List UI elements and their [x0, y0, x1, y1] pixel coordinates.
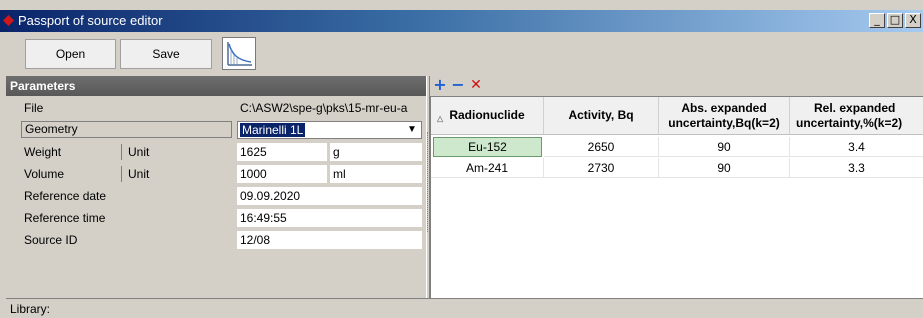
geometry-select[interactable]: Marinelli 1L ▼ [237, 121, 422, 139]
weight-label: Weight [24, 145, 62, 159]
app-diamond-icon [3, 15, 14, 26]
table-cell-activity[interactable]: 2730 [544, 158, 659, 178]
weight-unit-input[interactable]: g [330, 143, 422, 161]
table-cell-radionuclide[interactable]: Am-241 [431, 158, 544, 178]
minimize-button[interactable]: _ [869, 13, 885, 28]
weight-unit-label: Unit [121, 144, 149, 160]
curve-chart-icon [227, 42, 252, 66]
table-cell-abs[interactable]: 90 [659, 158, 790, 178]
file-row: File C:\ASW2\spe-g\pks\15-mr-eu-a [6, 98, 427, 118]
reference-time-label: Reference time [24, 211, 106, 225]
maximize-button[interactable]: □ [887, 13, 903, 28]
volume-input[interactable]: 1000 [237, 165, 327, 183]
volume-label: Volume [24, 167, 65, 181]
table-cell-rel[interactable]: 3.4 [790, 137, 923, 157]
file-path-value[interactable]: C:\ASW2\spe-g\pks\15-mr-eu-a [237, 99, 422, 117]
table-cell-rel[interactable]: 3.3 [790, 158, 923, 178]
toolbar: Open Save [0, 32, 923, 74]
close-button[interactable]: X [905, 13, 921, 28]
geometry-selected-value: Marinelli 1L [240, 123, 306, 137]
reference-time-input[interactable]: 16:49:55 [237, 209, 422, 227]
grid-toolbar: + − ✕ [430, 76, 923, 96]
save-button[interactable]: Save [120, 39, 212, 69]
title-bar[interactable]: Passport of source editor _ □ X [0, 10, 923, 32]
weight-input[interactable]: 1625 [237, 143, 327, 161]
reference-date-row: Reference date 09.09.2020 [6, 186, 427, 206]
open-button[interactable]: Open [25, 39, 116, 69]
source-id-label: Source ID [24, 233, 78, 247]
column-header-activity[interactable]: Activity, Bq [544, 97, 659, 135]
remove-row-icon[interactable]: − [450, 76, 466, 94]
delete-icon[interactable]: ✕ [468, 76, 484, 94]
status-bar: Library: [6, 298, 923, 318]
column-header-radionuclide[interactable]: △ Radionuclide [431, 97, 544, 135]
volume-unit-label: Unit [121, 166, 149, 182]
geometry-label: Geometry [21, 121, 232, 138]
reference-time-row: Reference time 16:49:55 [6, 208, 427, 228]
table-cell-radionuclide[interactable]: Eu-152 [433, 137, 542, 157]
file-label: File [24, 101, 44, 115]
column-header-rel-uncertainty[interactable]: Rel. expanded uncertainty,%(k=2) [790, 97, 923, 135]
column-header-abs-uncertainty[interactable]: Abs. expanded uncertainty,Bq(k=2) [659, 97, 790, 135]
geometry-row: Geometry Marinelli 1L ▼ [6, 120, 427, 140]
chart-button[interactable] [222, 37, 256, 70]
window-title: Passport of source editor [18, 13, 163, 28]
weight-row: Weight Unit 1625 g [6, 142, 427, 162]
volume-unit-input[interactable]: ml [330, 165, 422, 183]
nuclides-panel: + − ✕ △ Radionuclide Activity, Bq Abs. e… [430, 76, 923, 298]
reference-date-input[interactable]: 09.09.2020 [237, 187, 422, 205]
reference-date-label: Reference date [24, 189, 107, 203]
parameters-panel: Parameters File C:\ASW2\spe-g\pks\15-mr-… [6, 76, 427, 298]
editor-window: Passport of source editor _ □ X Open Sav… [0, 0, 923, 318]
dropdown-arrow-icon[interactable]: ▼ [404, 123, 420, 137]
source-id-input[interactable]: 12/08 [237, 231, 422, 249]
library-label: Library: [10, 302, 51, 316]
source-id-row: Source ID 12/08 [6, 230, 427, 250]
add-row-icon[interactable]: + [432, 76, 448, 94]
table-cell-abs[interactable]: 90 [659, 137, 790, 157]
sort-indicator-icon: △ [437, 114, 444, 123]
table-cell-activity[interactable]: 2650 [544, 137, 659, 157]
volume-row: Volume Unit 1000 ml [6, 164, 427, 184]
nuclides-table: △ Radionuclide Activity, Bq Abs. expande… [430, 96, 923, 298]
parameters-header: Parameters [6, 76, 427, 96]
splitter-grip[interactable] [427, 132, 429, 232]
